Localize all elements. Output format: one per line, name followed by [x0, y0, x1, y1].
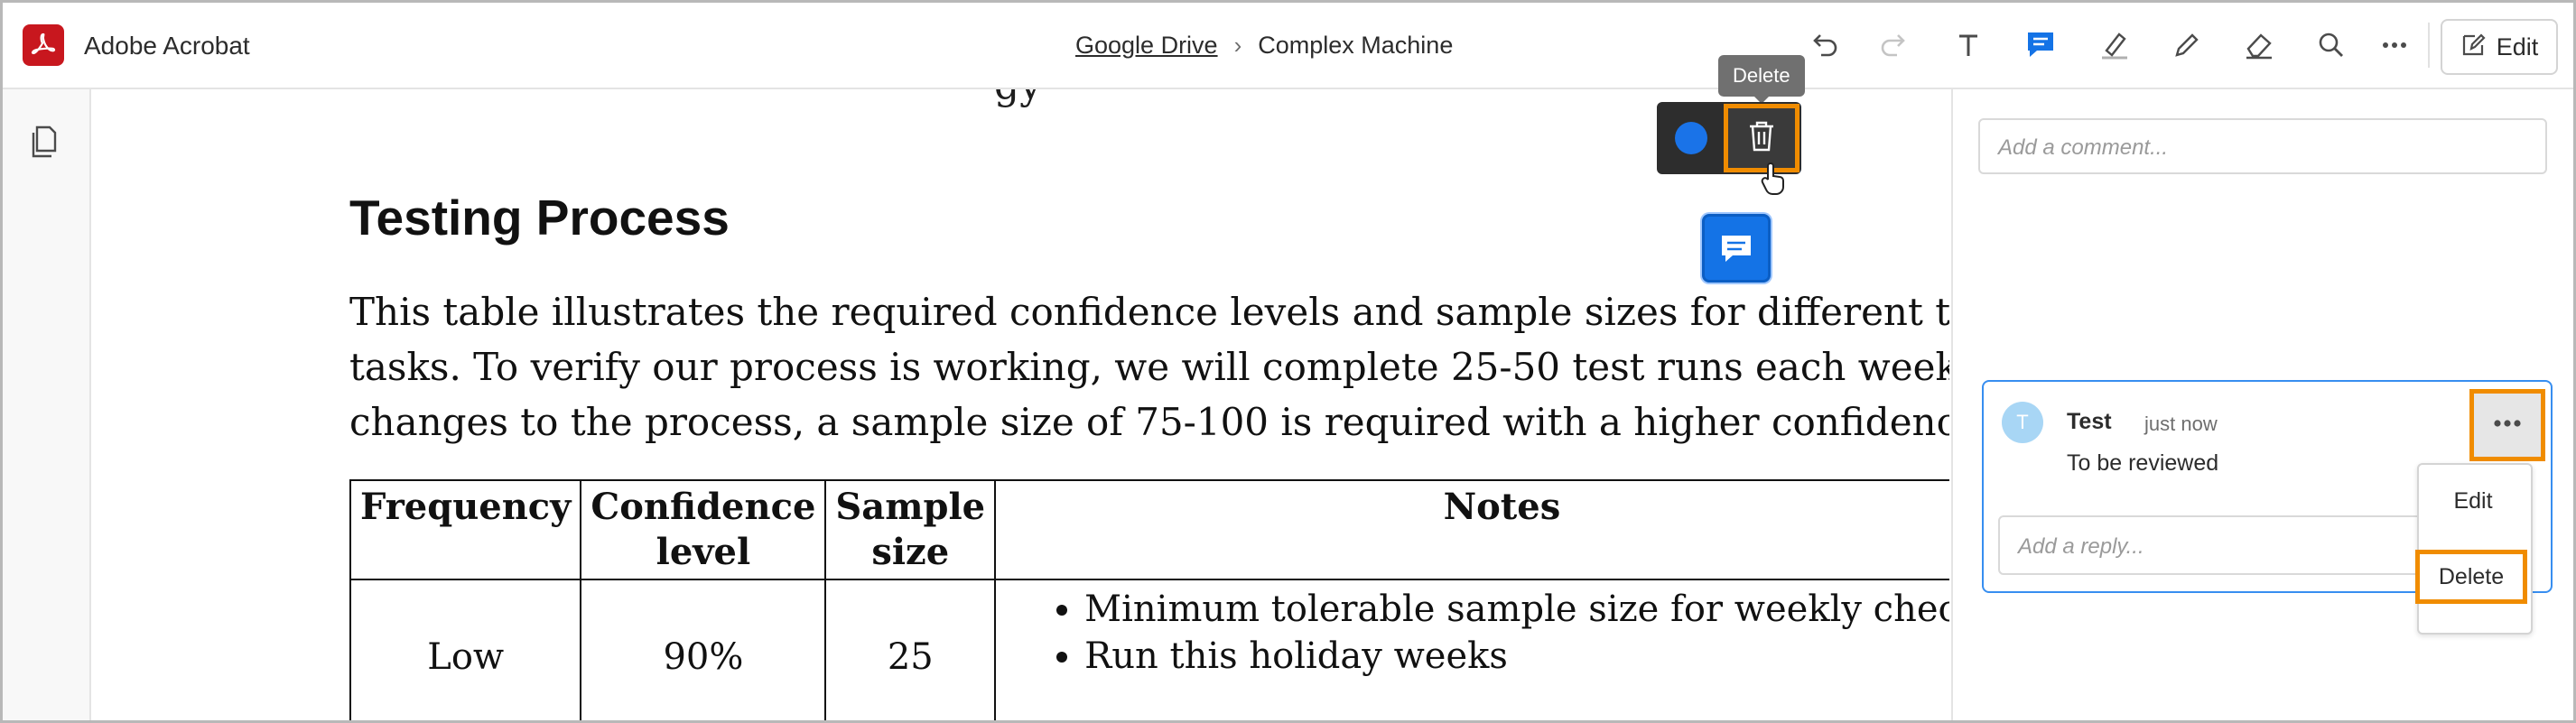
eraser-icon[interactable]: [2238, 24, 2280, 66]
comment-timestamp: just now: [2144, 412, 2218, 435]
app-window: Adobe Acrobat Google Drive › Complex Mac…: [0, 0, 2576, 723]
sticky-note-annotation-icon[interactable]: [1702, 214, 1771, 283]
highlight-icon[interactable]: [2094, 24, 2135, 66]
document-page: gy Testing Process This table illustrate…: [91, 89, 1949, 720]
table-header-row: Frequency Confidence level Sample size N…: [349, 479, 1949, 580]
app-title: Adobe Acrobat: [84, 32, 250, 60]
table-row: Low 90% 25 Minimum tolerable sample size…: [349, 579, 1949, 720]
comment-body: To be reviewed: [2067, 450, 2219, 476]
top-toolbar: Adobe Acrobat Google Drive › Complex Mac…: [3, 3, 2573, 89]
table-cell: 90%: [580, 579, 827, 720]
delete-tooltip: Delete: [1718, 55, 1805, 104]
comment-more-options-button[interactable]: [2469, 389, 2545, 461]
table-header-cell: Frequency: [349, 479, 582, 580]
more-icon[interactable]: [2374, 24, 2415, 66]
paragraph-line: changes to the process, a sample size of…: [349, 400, 1949, 444]
document-heading: Testing Process: [349, 190, 730, 246]
list-item: Minimum tolerable sample size for weekly…: [1084, 586, 1949, 633]
table-cell: Low: [349, 579, 582, 720]
list-item: Run this holiday weeks: [1084, 633, 1949, 680]
toolbar-divider: [2428, 23, 2430, 68]
edit-button-label: Edit: [2496, 32, 2539, 60]
left-rail: [3, 89, 91, 720]
undo-icon[interactable]: [1803, 24, 1845, 66]
pencil-icon[interactable]: [2166, 24, 2208, 66]
acrobat-logo-icon: [23, 24, 64, 66]
comment-icon[interactable]: [2020, 24, 2061, 66]
testing-table: Frequency Confidence level Sample size N…: [349, 479, 1949, 720]
table-header-cell: Notes: [994, 479, 1949, 580]
text-icon[interactable]: [1948, 24, 1989, 66]
table-header-cell: Sample size: [824, 479, 997, 580]
hand-cursor-icon: [1760, 162, 1787, 200]
table-cell-notes: Minimum tolerable sample size for weekly…: [994, 579, 1949, 720]
trash-icon: [1746, 119, 1777, 158]
document-paragraph: This table illustrates the required conf…: [349, 284, 1949, 450]
pages-icon[interactable]: [28, 124, 60, 164]
table-cell: 25: [824, 579, 997, 720]
color-picker-button[interactable]: [1675, 122, 1707, 154]
redo-icon[interactable]: [1874, 24, 1915, 66]
search-icon[interactable]: [2311, 24, 2352, 66]
avatar: T: [2002, 402, 2043, 443]
table-header-cell: Confidence level: [580, 479, 827, 580]
breadcrumb: Google Drive › Complex Machine: [1075, 32, 1453, 60]
chevron-right-icon: ›: [1233, 32, 1242, 59]
edit-button[interactable]: Edit: [2441, 19, 2558, 75]
add-comment-field[interactable]: Add a comment...: [1978, 118, 2547, 174]
menu-item-delete[interactable]: Delete: [2415, 550, 2527, 604]
paragraph-line: tasks. To verify our process is working,…: [349, 345, 1949, 389]
edit-icon: [2460, 31, 2488, 64]
more-icon: [2492, 417, 2523, 433]
breadcrumb-root-link[interactable]: Google Drive: [1075, 32, 1218, 60]
document-text-fragment: gy: [994, 89, 1042, 108]
breadcrumb-current: Complex Machine: [1258, 32, 1454, 59]
comment-author: Test: [2067, 409, 2112, 434]
paragraph-line: This table illustrates the required conf…: [349, 290, 1949, 334]
menu-item-edit[interactable]: Edit: [2417, 488, 2529, 514]
